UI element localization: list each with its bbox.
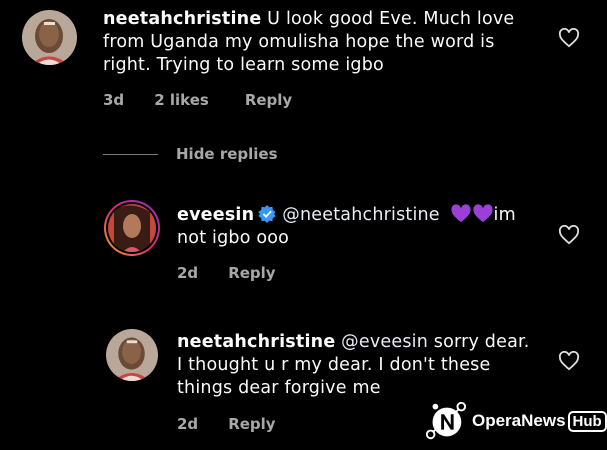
like-heart-icon[interactable] (558, 28, 580, 48)
reply-body: neetahchristine @eveesin sorry dear. I t… (177, 331, 530, 400)
reply-username[interactable]: eveesin (177, 205, 254, 225)
reply-username[interactable]: neetahchristine (177, 332, 335, 352)
reply-text: I thought u r my dear. I don't these (177, 355, 491, 375)
divider (103, 153, 158, 155)
watermark-brand: OperaNews (472, 410, 566, 430)
likes-count[interactable]: 2 likes (154, 91, 209, 109)
reply-button[interactable]: Reply (228, 415, 275, 433)
comment-text: from Uganda my omulisha hope the word is (103, 32, 495, 52)
hide-replies-label: Hide replies (176, 145, 278, 163)
timestamp: 2d (177, 415, 199, 433)
like-heart-icon[interactable] (558, 351, 580, 371)
timestamp: 2d (177, 264, 199, 282)
comment-text: right. Trying to learn some igbo (103, 55, 384, 75)
comment-text: U look good Eve. Much love (267, 9, 515, 29)
comment-body: neetahchristine U look good Eve. Much lo… (103, 8, 514, 77)
reply-text: not igbo ooo (177, 228, 290, 248)
comment-meta: 3d 2 likes Reply (103, 91, 292, 109)
avatar[interactable] (106, 329, 158, 381)
operanews-logo-icon (425, 401, 467, 440)
avatar[interactable] (22, 10, 77, 65)
reply-body: eveesin @neetahchristine im not igbo ooo (177, 204, 516, 250)
purple-heart-icon (450, 204, 471, 223)
timestamp: 3d (103, 91, 125, 109)
profile-photo-icon (106, 202, 158, 254)
reply-meta: 2d Reply (177, 415, 276, 433)
reply-meta: 2d Reply (177, 264, 276, 282)
hide-replies-button[interactable]: Hide replies (103, 145, 278, 163)
reply-text: im (493, 205, 516, 225)
mention-link[interactable]: @neetahchristine (282, 205, 439, 225)
like-heart-icon[interactable] (558, 225, 580, 245)
reply-button[interactable]: Reply (245, 91, 292, 109)
watermark-hub: Hub (567, 410, 607, 432)
reply-button[interactable]: Reply (228, 264, 275, 282)
comment-username[interactable]: neetahchristine (103, 9, 261, 29)
reply-text: sorry dear. (433, 332, 530, 352)
profile-photo-icon (106, 329, 158, 381)
purple-heart-icon (472, 204, 493, 223)
avatar[interactable] (104, 200, 160, 256)
verified-badge-icon (258, 205, 276, 223)
reply-text: things dear forgive me (177, 378, 381, 398)
profile-photo-icon (22, 10, 77, 65)
operanews-hub-watermark: OperaNews Hub (422, 398, 607, 444)
mention-link[interactable]: @eveesin (341, 332, 428, 352)
comments-screen: neetahchristine U look good Eve. Much lo… (0, 0, 607, 450)
